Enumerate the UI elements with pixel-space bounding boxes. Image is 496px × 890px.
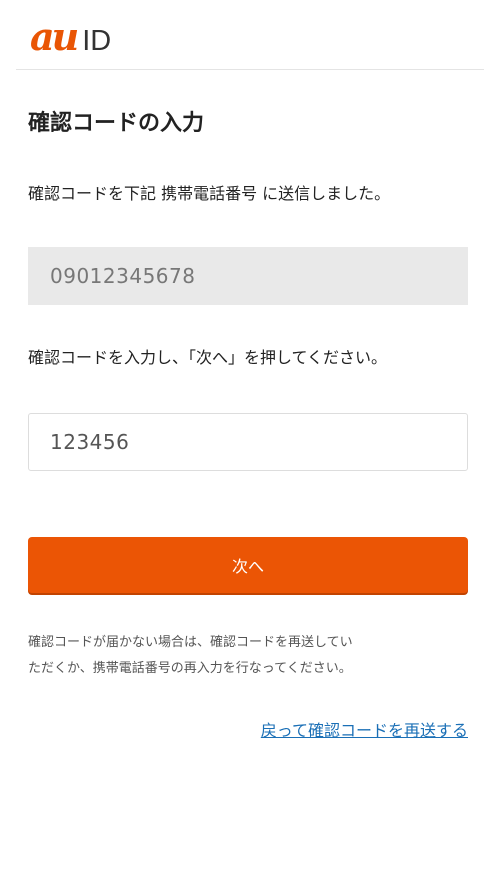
resend-note: 確認コードが届かない場合は、確認コードを再送してい ただくか、携帯電話番号の再入… (28, 630, 473, 682)
next-button[interactable]: 次へ (28, 537, 468, 593)
resend-note-line-1: 確認コードが届かない場合は、確認コードを再送してい (28, 635, 353, 650)
header: au ID (16, 0, 484, 70)
input-instruction: 確認コードを入力し、「次へ」を押してください。 (28, 348, 388, 367)
page-title: 確認コードの入力 (28, 111, 205, 136)
sent-description: 確認コードを下記 携帯電話番号 に送信しました。 (28, 184, 391, 203)
phone-number-display: 09012345678 (28, 247, 468, 305)
resend-note-line-2: ただくか、携帯電話番号の再入力を行なってください。 (28, 661, 352, 676)
logo-id-text: ID (82, 25, 112, 57)
au-id-logo: au ID (30, 18, 111, 60)
phone-number-value: 09012345678 (50, 264, 196, 288)
verification-code-input[interactable] (28, 413, 468, 471)
logo-au-text: au (30, 14, 79, 59)
resend-code-link[interactable]: 戻って確認コードを再送する (261, 717, 468, 745)
